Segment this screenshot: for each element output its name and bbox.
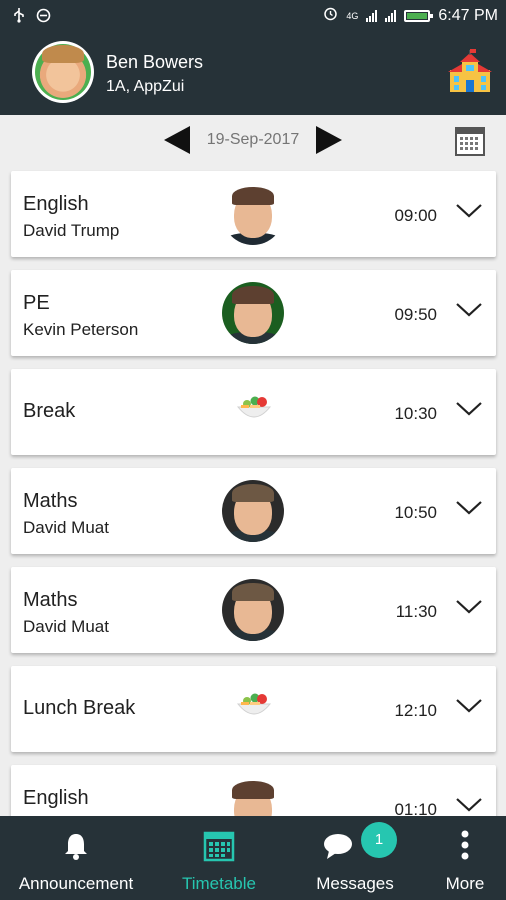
- period-time: 09:00: [394, 206, 437, 225]
- teacher-photo: [222, 579, 284, 641]
- network-type: 4G: [346, 10, 359, 21]
- subject-name: Maths: [23, 589, 78, 611]
- nav-more[interactable]: More: [424, 816, 506, 900]
- period-card[interactable]: Break 10:30: [11, 369, 496, 455]
- previous-day-arrow-icon[interactable]: [164, 126, 190, 154]
- chevron-down-icon[interactable]: [455, 597, 483, 617]
- nav-messages[interactable]: Messages: [286, 816, 424, 900]
- teacher-name: David Muat: [23, 518, 109, 537]
- teacher-photo: [222, 183, 284, 245]
- status-bar: 4G 6:47 PM: [0, 0, 506, 32]
- next-day-arrow-icon[interactable]: [316, 126, 342, 154]
- teacher-photo: [222, 282, 284, 344]
- nav-label: Timetable: [181, 874, 256, 893]
- bottom-navigation: Announcement Timetable Messages More: [0, 816, 506, 900]
- chevron-down-icon[interactable]: [455, 498, 483, 518]
- nav-announcement[interactable]: Announcement: [0, 816, 152, 900]
- period-time: 11:30: [395, 602, 437, 621]
- teacher-photo: [222, 480, 284, 542]
- messages-unread-badge: 1: [361, 822, 397, 858]
- more-vertical-icon: [449, 830, 481, 862]
- period-time: 10:50: [394, 503, 437, 522]
- chevron-down-icon[interactable]: [455, 795, 483, 815]
- school-icon[interactable]: [446, 48, 494, 96]
- subject-name: PE: [23, 292, 50, 314]
- bell-icon: [60, 830, 92, 862]
- food-bowl-icon: [235, 393, 273, 427]
- period-time: 12:10: [394, 701, 437, 720]
- calendar-grid-icon: [203, 830, 235, 862]
- user-name: Ben Bowers: [106, 52, 204, 72]
- date-navigator: 19-Sep-2017: [0, 115, 506, 167]
- period-card[interactable]: Maths David Muat 11:30: [11, 567, 496, 653]
- calendar-icon[interactable]: [455, 126, 485, 156]
- teacher-name: David Muat: [23, 617, 109, 636]
- do-not-disturb-icon: [36, 8, 51, 27]
- period-time: 01:10: [394, 800, 437, 816]
- food-bowl-icon: [235, 690, 273, 724]
- battery-icon: [404, 9, 434, 22]
- chevron-down-icon[interactable]: [455, 201, 483, 221]
- teacher-name: David Trump: [23, 221, 120, 240]
- signal-icon-2: [385, 9, 397, 22]
- period-time: 10:30: [394, 404, 437, 423]
- nav-label: More: [445, 874, 485, 893]
- timetable-content[interactable]: 19-Sep-2017 English David Trump 09:00 PE…: [0, 115, 506, 816]
- alarm-icon: [323, 6, 338, 25]
- period-card[interactable]: English 01:10: [11, 765, 496, 816]
- period-time: 09:50: [394, 305, 437, 324]
- period-card[interactable]: PE Kevin Peterson 09:50: [11, 270, 496, 356]
- teacher-photo: [222, 777, 284, 816]
- chat-bubble-icon: [322, 830, 354, 862]
- subject-name: English: [23, 193, 89, 215]
- profile-header: Ben Bowers 1A, AppZui: [0, 32, 506, 115]
- subject-name: Break: [23, 400, 76, 422]
- chevron-down-icon[interactable]: [455, 300, 483, 320]
- chevron-down-icon[interactable]: [455, 399, 483, 419]
- nav-label: Announcement: [18, 874, 134, 893]
- teacher-name: Kevin Peterson: [23, 320, 139, 339]
- subject-name: Lunch Break: [23, 697, 136, 719]
- status-time: 6:47 PM: [438, 6, 498, 24]
- subject-name: English: [23, 787, 89, 809]
- period-card[interactable]: Maths David Muat 10:50: [11, 468, 496, 554]
- signal-icon: [366, 9, 378, 22]
- subject-name: Maths: [23, 490, 78, 512]
- period-card[interactable]: English David Trump 09:00: [11, 171, 496, 257]
- avatar[interactable]: [32, 41, 94, 103]
- current-date: 19-Sep-2017: [206, 131, 300, 148]
- nav-timetable[interactable]: Timetable: [152, 816, 286, 900]
- nav-label: Messages: [316, 874, 394, 893]
- user-class: 1A, AppZui: [106, 78, 185, 95]
- usb-icon: [12, 7, 26, 27]
- period-card[interactable]: Lunch Break 12:10: [11, 666, 496, 752]
- chevron-down-icon[interactable]: [455, 696, 483, 716]
